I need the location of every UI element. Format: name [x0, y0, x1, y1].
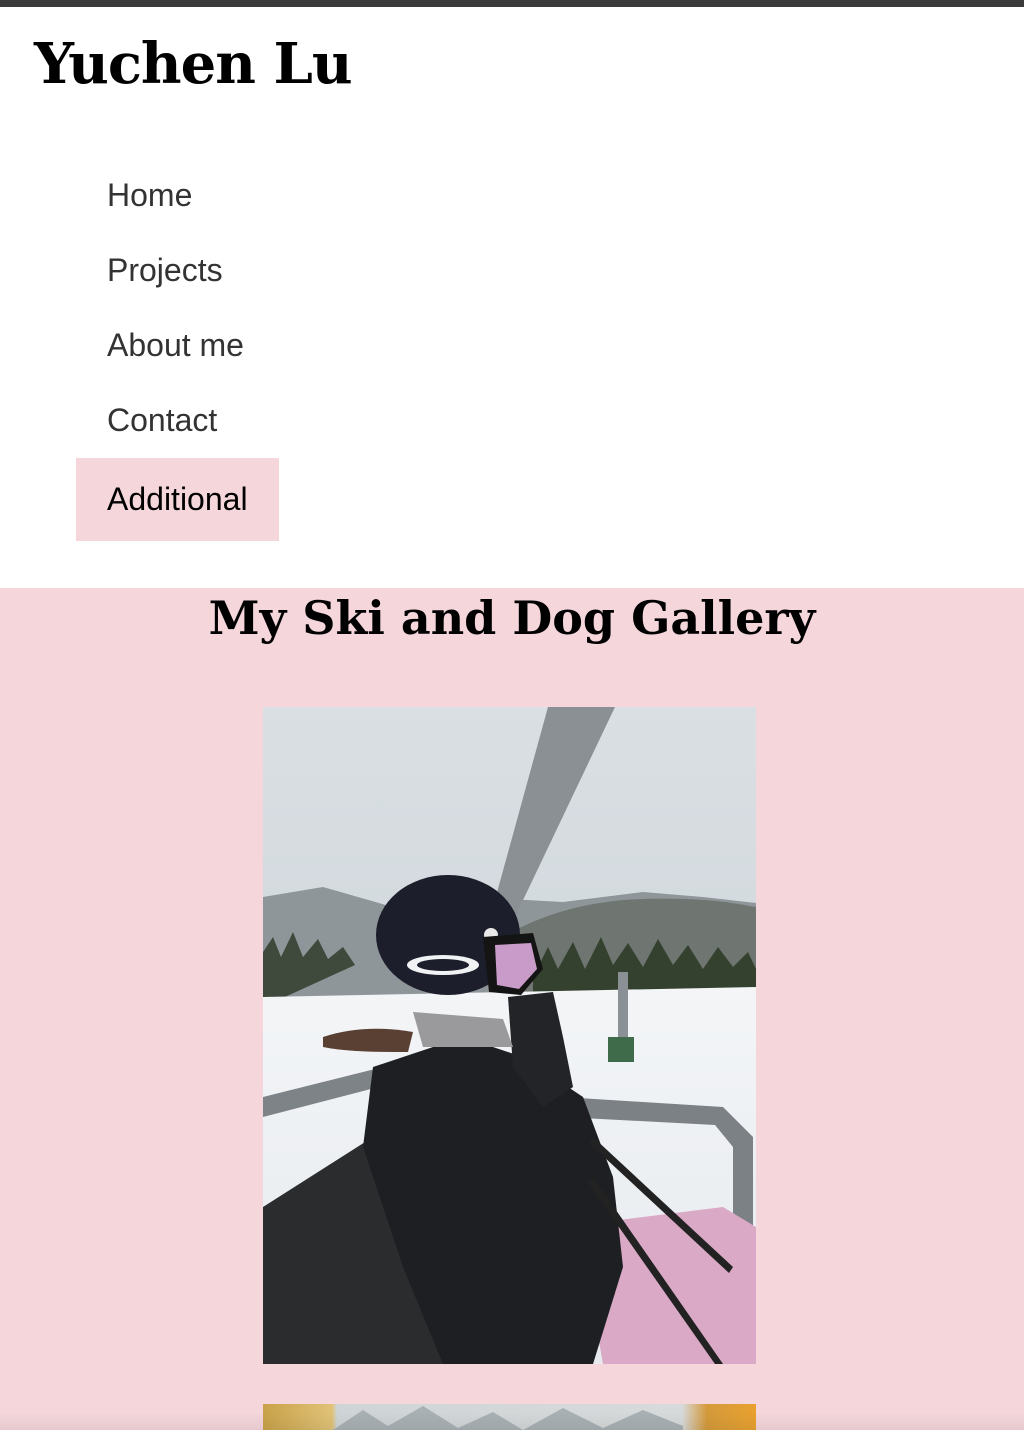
nav-item-additional[interactable]: Additional	[76, 458, 279, 541]
nav-item-home[interactable]: Home	[76, 158, 279, 233]
nav-item-projects[interactable]: Projects	[76, 233, 279, 308]
main-nav: Home Projects About me Contact Additiona…	[76, 158, 279, 541]
gallery-section: My Ski and Dog Gallery	[0, 588, 1024, 1430]
nav-item-about-me[interactable]: About me	[76, 308, 279, 383]
nav-item-contact[interactable]: Contact	[76, 383, 279, 458]
skier-on-chairlift-photo	[263, 707, 756, 1364]
top-bar	[0, 0, 1024, 7]
site-title: Yuchen Lu	[34, 31, 353, 97]
gallery-title: My Ski and Dog Gallery	[208, 591, 816, 645]
bottom-shade	[0, 1412, 1024, 1430]
